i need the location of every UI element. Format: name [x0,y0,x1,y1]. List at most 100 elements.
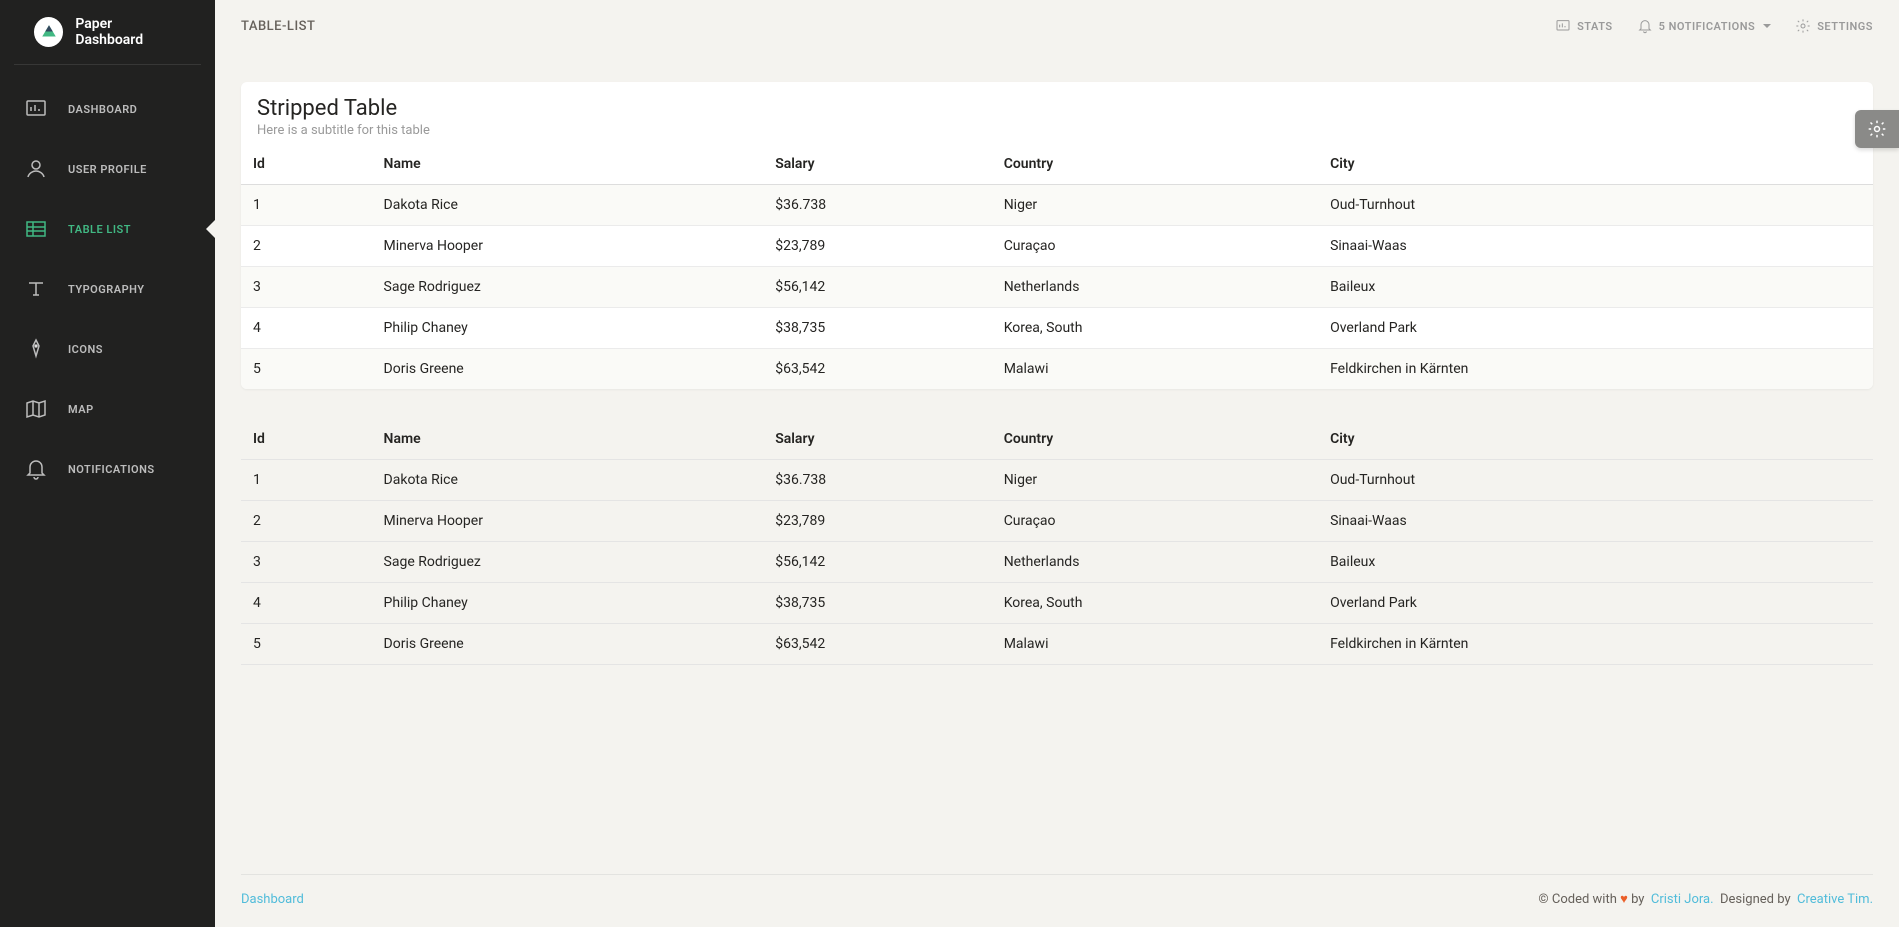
col-city: City [1318,144,1873,185]
cell-id: 3 [241,542,372,583]
footer-credits: © Coded with ♥ by Cristi Jora. Designed … [1538,891,1873,907]
sidebar-item-label: NOTIFICATIONS [68,463,155,476]
stripped-table: Id Name Salary Country City 1Dakota Rice… [241,144,1873,389]
col-id: Id [241,144,372,185]
topbar-stats[interactable]: STATS [1555,18,1613,34]
card-title: Stripped Table [257,96,1857,121]
cell-city: Feldkirchen in Kärnten [1318,349,1873,390]
cell-city: Feldkirchen in Kärnten [1318,624,1873,665]
cell-city: Sinaai-Waas [1318,501,1873,542]
col-salary: Salary [763,419,991,460]
plain-table-wrapper: Id Name Salary Country City 1Dakota Rice… [241,419,1873,665]
cell-id: 5 [241,624,372,665]
cell-salary: $23,789 [763,226,991,267]
cell-name: Minerva Hooper [372,501,764,542]
cell-salary: $36.738 [763,460,991,501]
cell-country: Niger [992,185,1318,226]
chart-icon [1555,18,1571,34]
cell-name: Sage Rodriguez [372,542,764,583]
sidebar-logo[interactable]: Paper Dashboard [14,0,201,65]
cell-id: 1 [241,460,372,501]
page-title: TABLE-LIST [241,19,315,34]
cell-id: 2 [241,501,372,542]
cell-salary: $38,735 [763,583,991,624]
table-row: 4Philip Chaney$38,735Korea, SouthOverlan… [241,583,1873,624]
cell-id: 4 [241,583,372,624]
table-row: 5Doris Greene$63,542MalawiFeldkirchen in… [241,349,1873,390]
sidebar-item-label: MAP [68,403,94,416]
sidebar: Paper Dashboard DASHBOARD USER PROFILE T… [0,0,215,927]
cell-name: Philip Chaney [372,583,764,624]
brand-logo-icon [34,17,63,47]
topbar-notifications[interactable]: 5 NOTIFICATIONS [1637,18,1772,34]
cell-city: Overland Park [1318,583,1873,624]
cell-country: Curaçao [992,226,1318,267]
cell-salary: $56,142 [763,267,991,308]
sidebar-nav: DASHBOARD USER PROFILE TABLE LIST TYPOGR… [0,79,215,499]
cell-country: Malawi [992,624,1318,665]
sidebar-item-map[interactable]: MAP [0,379,215,439]
bell-icon [24,457,48,481]
cell-name: Doris Greene [372,624,764,665]
cell-city: Baileux [1318,542,1873,583]
cell-name: Dakota Rice [372,185,764,226]
cell-name: Minerva Hooper [372,226,764,267]
map-icon [24,397,48,421]
footer-author-link[interactable]: Cristi Jora. [1651,892,1714,907]
col-country: Country [992,144,1318,185]
table-row: 1Dakota Rice$36.738NigerOud-Turnhout [241,185,1873,226]
dashboard-icon [24,97,48,121]
sidebar-item-notifications[interactable]: NOTIFICATIONS [0,439,215,499]
typography-icon [24,277,48,301]
cell-city: Oud-Turnhout [1318,460,1873,501]
cell-name: Doris Greene [372,349,764,390]
col-name: Name [372,144,764,185]
bell-icon [1637,18,1653,34]
cell-id: 4 [241,308,372,349]
sidebar-item-label: ICONS [68,343,103,356]
table-header-row: Id Name Salary Country City [241,144,1873,185]
footer-left-link[interactable]: Dashboard [241,892,304,907]
cell-id: 3 [241,267,372,308]
table-row: 3Sage Rodriguez$56,142NetherlandsBaileux [241,267,1873,308]
topbar-settings-label: SETTINGS [1817,20,1873,33]
col-name: Name [372,419,764,460]
gear-icon [1795,18,1811,34]
col-country: Country [992,419,1318,460]
sidebar-item-user-profile[interactable]: USER PROFILE [0,139,215,199]
settings-fab[interactable] [1855,110,1899,148]
cell-salary: $36.738 [763,185,991,226]
brand-name: Paper Dashboard [75,16,181,48]
cell-id: 5 [241,349,372,390]
cell-city: Sinaai-Waas [1318,226,1873,267]
table-row: 4Philip Chaney$38,735Korea, SouthOverlan… [241,308,1873,349]
table-row: 2Minerva Hooper$23,789CuraçaoSinaai-Waas [241,226,1873,267]
sidebar-item-dashboard[interactable]: DASHBOARD [0,79,215,139]
cell-country: Malawi [992,349,1318,390]
user-icon [24,157,48,181]
stripped-table-card: Stripped Table Here is a subtitle for th… [241,82,1873,389]
cell-salary: $23,789 [763,501,991,542]
table-header-row: Id Name Salary Country City [241,419,1873,460]
sidebar-item-label: TABLE LIST [68,223,131,236]
sidebar-item-typography[interactable]: TYPOGRAPHY [0,259,215,319]
sidebar-item-table-list[interactable]: TABLE LIST [0,199,215,259]
cell-name: Philip Chaney [372,308,764,349]
plain-table: Id Name Salary Country City 1Dakota Rice… [241,419,1873,665]
topbar-notifications-label: 5 NOTIFICATIONS [1659,20,1756,33]
cell-name: Dakota Rice [372,460,764,501]
cell-country: Curaçao [992,501,1318,542]
sidebar-item-icons[interactable]: ICONS [0,319,215,379]
cell-salary: $56,142 [763,542,991,583]
card-subtitle: Here is a subtitle for this table [257,123,1857,138]
sidebar-item-label: USER PROFILE [68,163,147,176]
footer: Dashboard © Coded with ♥ by Cristi Jora.… [241,874,1873,927]
table-row: 1Dakota Rice$36.738NigerOud-Turnhout [241,460,1873,501]
cell-country: Netherlands [992,267,1318,308]
table-row: 2Minerva Hooper$23,789CuraçaoSinaai-Waas [241,501,1873,542]
topbar-settings[interactable]: SETTINGS [1795,18,1873,34]
footer-designer-link[interactable]: Creative Tim. [1797,892,1873,907]
cell-country: Netherlands [992,542,1318,583]
cell-id: 2 [241,226,372,267]
col-city: City [1318,419,1873,460]
